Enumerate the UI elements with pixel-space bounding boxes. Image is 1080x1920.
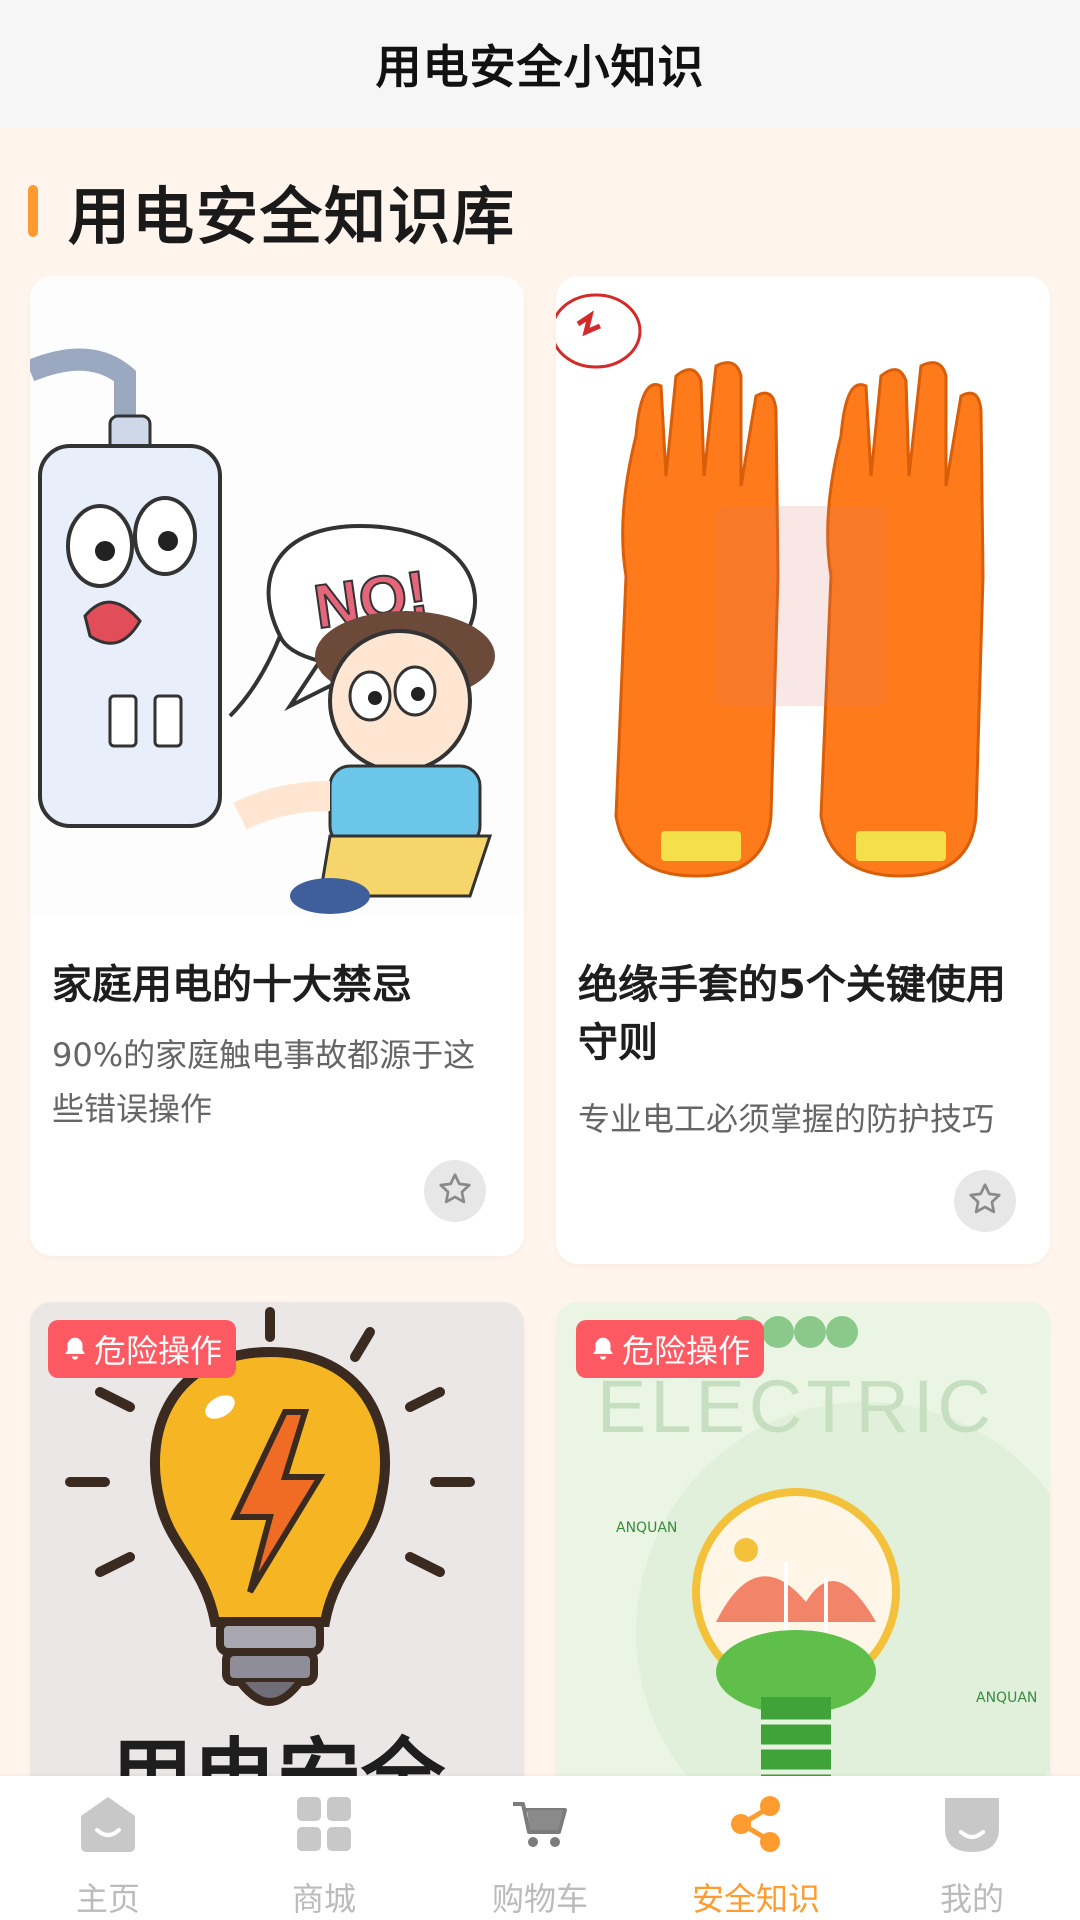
star-icon [437, 1171, 473, 1211]
insulating-gloves-image [556, 276, 1050, 916]
tab-label: 我的 [939, 1880, 1004, 1918]
tab-safety-knowledge[interactable]: 安全知识 [648, 1776, 864, 1920]
cartoon-socket-image: NO! [30, 276, 524, 916]
section-header: 用电安全知识库 [28, 176, 516, 253]
star-icon [967, 1181, 1003, 1221]
share-icon [728, 1794, 784, 1854]
card-title: 绝缘手套的5个关键使用守则 [578, 962, 1006, 1066]
danger-badge: 危险操作 [576, 1320, 765, 1378]
tab-mall[interactable]: 商城 [216, 1776, 432, 1920]
top-navbar: 用电安全小知识 [0, 0, 1080, 128]
home-icon [77, 1794, 139, 1854]
section-accent-bar [28, 185, 38, 237]
tab-label: 商城 [291, 1880, 356, 1918]
svg-text:ANQUAN: ANQUAN [616, 1520, 677, 1536]
tab-home[interactable]: 主页 [0, 1776, 216, 1920]
lightbulb-poster-image: 用电安全 [30, 1302, 524, 1822]
bell-icon [588, 1334, 618, 1364]
bottom-tabbar: 主页 商城 购物车 安全知识 我的 [0, 1776, 1080, 1920]
card-description: 专业电工必须掌握的防护技巧 [578, 1100, 995, 1138]
tab-label: 安全知识 [691, 1880, 820, 1918]
card-description: 90%的家庭触电事故都源于这些错误操作 [52, 1036, 476, 1128]
article-card[interactable]: NO! 家庭用电的十大禁忌 90%的家庭触电事故都源于这些错误操作 [30, 276, 524, 1256]
bell-icon [60, 1334, 90, 1364]
tab-label: 主页 [75, 1880, 140, 1918]
tab-cart[interactable]: 购物车 [432, 1776, 648, 1920]
cart-icon [511, 1794, 569, 1854]
svg-text:ANQUAN: ANQUAN [976, 1690, 1037, 1706]
section-title: 用电安全知识库 [68, 180, 517, 253]
article-card[interactable]: ELECTRIC ANQUAN ANQUAN 危险操作 [556, 1302, 1050, 1822]
electric-poster-image: ELECTRIC ANQUAN ANQUAN [556, 1302, 1050, 1822]
badge-label: 危险操作 [94, 1332, 223, 1370]
page-title: 用电安全小知识 [375, 40, 705, 94]
article-card[interactable]: 绝缘手套的5个关键使用守则 专业电工必须掌握的防护技巧 [556, 276, 1050, 1264]
danger-badge: 危险操作 [48, 1320, 237, 1378]
card-title: 家庭用电的十大禁忌 [52, 962, 412, 1008]
profile-icon [941, 1794, 1003, 1854]
favorite-button[interactable] [424, 1160, 486, 1222]
favorite-button[interactable] [954, 1170, 1016, 1232]
article-card[interactable]: 用电安全 危险操作 [30, 1302, 524, 1822]
grid-icon [295, 1794, 353, 1854]
tab-profile[interactable]: 我的 [864, 1776, 1080, 1920]
badge-label: 危险操作 [622, 1332, 751, 1370]
tab-label: 购物车 [491, 1880, 588, 1918]
